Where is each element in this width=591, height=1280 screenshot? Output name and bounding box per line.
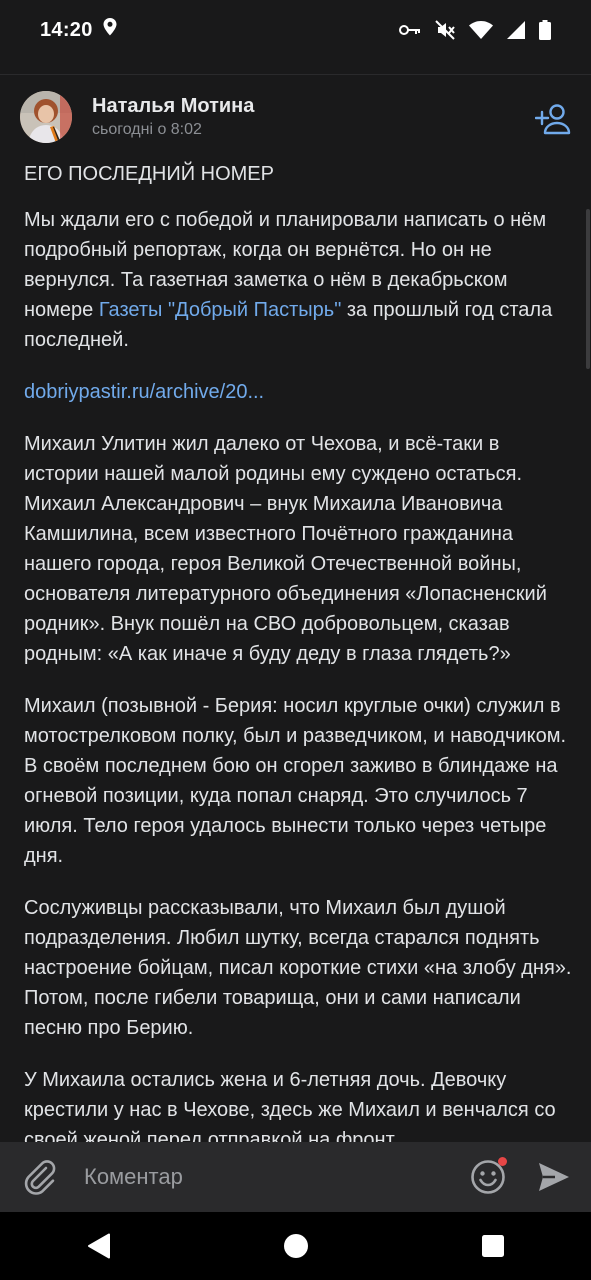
post-content: ЕГО ПОСЛЕДНИЙ НОМЕР Мы ждали его с побед…	[24, 159, 572, 1143]
location-icon	[103, 18, 117, 42]
post-paragraph-5: У Михаила остались жена и 6-летняя дочь.…	[24, 1069, 556, 1143]
signal-icon	[507, 21, 525, 39]
post-paragraph-2: Михаил Улитин жил далеко от Чехова, и вс…	[24, 433, 547, 665]
avatar[interactable]	[20, 91, 72, 143]
post-title: ЕГО ПОСЛЕДНИЙ НОМЕР	[24, 163, 274, 185]
key-icon	[399, 24, 421, 36]
recents-button[interactable]	[473, 1226, 513, 1266]
recents-square-icon	[481, 1235, 504, 1257]
navigation-bar	[0, 1212, 591, 1280]
battery-icon	[539, 20, 551, 40]
comment-input[interactable]	[82, 1154, 469, 1200]
add-friend-icon[interactable]	[534, 103, 571, 135]
post-paragraph-4: Сослуживцы рассказывали, что Михаил был …	[24, 897, 572, 1039]
post-paragraph-3: Михаил (позывной - Берия: носил круглые …	[24, 695, 567, 867]
back-triangle-icon	[87, 1233, 110, 1259]
comment-bar	[0, 1142, 591, 1212]
author-name[interactable]: Наталья Мотина	[92, 95, 254, 118]
wifi-icon	[469, 21, 493, 39]
archive-link[interactable]: dobriypastir.ru/archive/20...	[24, 381, 264, 403]
post-header: Наталья Мотина сьогодні о 8:02	[0, 75, 591, 159]
archive-link-paragraph: dobriypastir.ru/archive/20...	[24, 377, 572, 407]
notification-dot	[498, 1157, 507, 1166]
post: Наталья Мотина сьогодні о 8:02 ЕГО ПОСЛЕ…	[0, 74, 591, 1143]
status-time: 14:20	[40, 18, 93, 41]
back-button[interactable]	[79, 1226, 119, 1266]
newspaper-link[interactable]: Газеты "Добрый Пастырь"	[99, 299, 341, 321]
post-time: сьогодні о 8:02	[92, 121, 202, 138]
emoji-button[interactable]	[469, 1157, 507, 1196]
status-bar: 14:20	[0, 0, 591, 60]
mute-icon	[435, 20, 455, 40]
send-icon[interactable]	[537, 1160, 571, 1194]
paperclip-icon[interactable]	[20, 1157, 60, 1197]
scrollbar[interactable]	[586, 209, 590, 369]
home-button[interactable]	[276, 1226, 316, 1266]
home-circle-icon	[283, 1234, 308, 1258]
post-paragraph-1: Мы ждали его с победой и планировали нап…	[24, 205, 572, 355]
